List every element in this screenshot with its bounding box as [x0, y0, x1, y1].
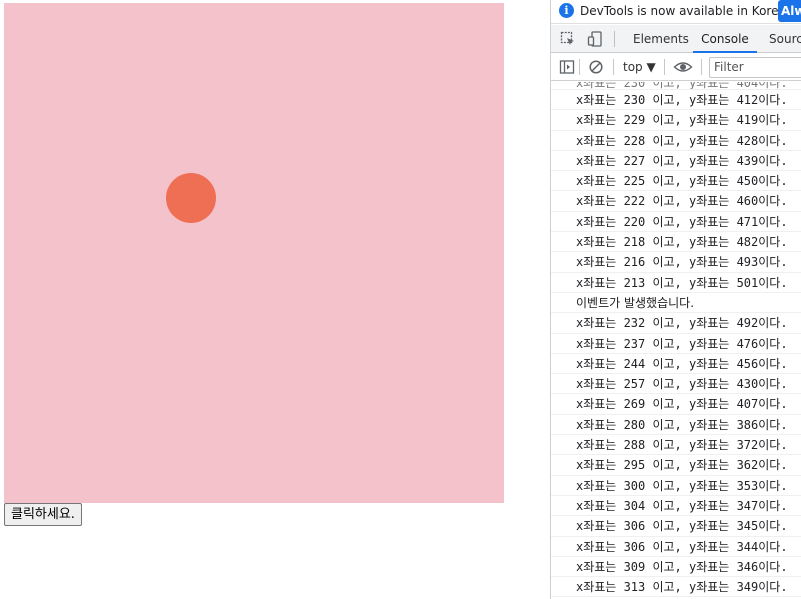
console-line: x좌표는 300 이고, y좌표는 353이다.	[551, 476, 801, 496]
info-message: DevTools is now available in Korean!	[580, 4, 799, 18]
toolbar-divider	[613, 59, 614, 75]
live-expression-eye-icon[interactable]	[673, 59, 693, 75]
inspect-element-icon[interactable]	[560, 31, 576, 47]
filter-input[interactable]: Filter	[709, 57, 801, 78]
console-line: x좌표는 306 이고, y좌표는 345이다.	[551, 516, 801, 537]
console-toolbar: top ▼ Filter	[551, 54, 801, 81]
devtools-tab-bar: Elements Console Sources	[551, 25, 801, 53]
console-line: x좌표는 295 이고, y좌표는 362이다.	[551, 455, 801, 476]
console-line: x좌표는 225 이고, y좌표는 450이다.	[551, 171, 801, 192]
pink-canvas-area[interactable]	[4, 3, 504, 503]
show-sidebar-icon[interactable]	[559, 59, 575, 75]
console-line: x좌표는 213 이고, y좌표는 501이다.	[551, 273, 801, 293]
console-line: x좌표는 222 이고, y좌표는 460이다.	[551, 191, 801, 212]
info-icon: i	[559, 3, 574, 18]
console-line: x좌표는 304 이고, y좌표는 347이다.	[551, 496, 801, 517]
console-line: x좌표는 280 이고, y좌표는 386이다.	[551, 415, 801, 436]
console-line: x좌표는 228 이고, y좌표는 428이다.	[551, 131, 801, 151]
browser-window: 클릭하세요. i DevTools is now available in Ko…	[0, 0, 801, 599]
console-messages: x좌표는 230 이고, y좌표는 404이다. x좌표는 230 이고, y좌…	[551, 82, 801, 599]
console-line: x좌표는 220 이고, y좌표는 471이다.	[551, 212, 801, 233]
console-line: x좌표는 306 이고, y좌표는 344이다.	[551, 537, 801, 557]
console-line: x좌표는 313 이고, y좌표는 349이다.	[551, 577, 801, 598]
click-button[interactable]: 클릭하세요.	[4, 503, 82, 526]
console-line: x좌표는 230 이고, y좌표는 404이다.	[551, 82, 801, 90]
console-line: x좌표는 269 이고, y좌표는 407이다.	[551, 394, 801, 415]
console-line-event: 이벤트가 발생했습니다.	[551, 293, 801, 314]
console-line: x좌표는 227 이고, y좌표는 439이다.	[551, 151, 801, 172]
console-line: x좌표는 229 이고, y좌표는 419이다.	[551, 110, 801, 131]
javascript-context-select[interactable]: top ▼	[623, 60, 656, 74]
devtools-info-bar: i DevTools is now available in Korean! A…	[551, 0, 801, 24]
console-line: x좌표는 230 이고, y좌표는 412이다.	[551, 90, 801, 111]
console-line: x좌표는 288 이고, y좌표는 372이다.	[551, 435, 801, 456]
always-match-language-button[interactable]: Always	[778, 0, 801, 22]
console-line: x좌표는 232 이고, y좌표는 492이다.	[551, 313, 801, 334]
console-line: x좌표는 309 이고, y좌표는 346이다.	[551, 557, 801, 578]
toolbar-divider	[701, 59, 702, 75]
toolbar-divider	[614, 31, 615, 47]
toolbar-divider	[579, 59, 580, 75]
clear-console-icon[interactable]	[588, 59, 604, 75]
tab-console[interactable]: Console	[693, 25, 757, 53]
toolbar-divider	[664, 59, 665, 75]
tab-sources[interactable]: Sources	[769, 25, 801, 53]
console-line: x좌표는 244 이고, y좌표는 456이다.	[551, 354, 801, 375]
device-toolbar-icon[interactable]	[587, 31, 603, 47]
console-line: x좌표는 237 이고, y좌표는 476이다.	[551, 334, 801, 354]
devtools-panel: i DevTools is now available in Korean! A…	[550, 0, 801, 599]
tab-elements[interactable]: Elements	[633, 25, 689, 53]
console-line: x좌표는 216 이고, y좌표는 493이다.	[551, 252, 801, 273]
console-line: x좌표는 218 이고, y좌표는 482이다.	[551, 232, 801, 253]
orange-ball	[166, 173, 216, 223]
console-line: x좌표는 257 이고, y좌표는 430이다.	[551, 374, 801, 395]
